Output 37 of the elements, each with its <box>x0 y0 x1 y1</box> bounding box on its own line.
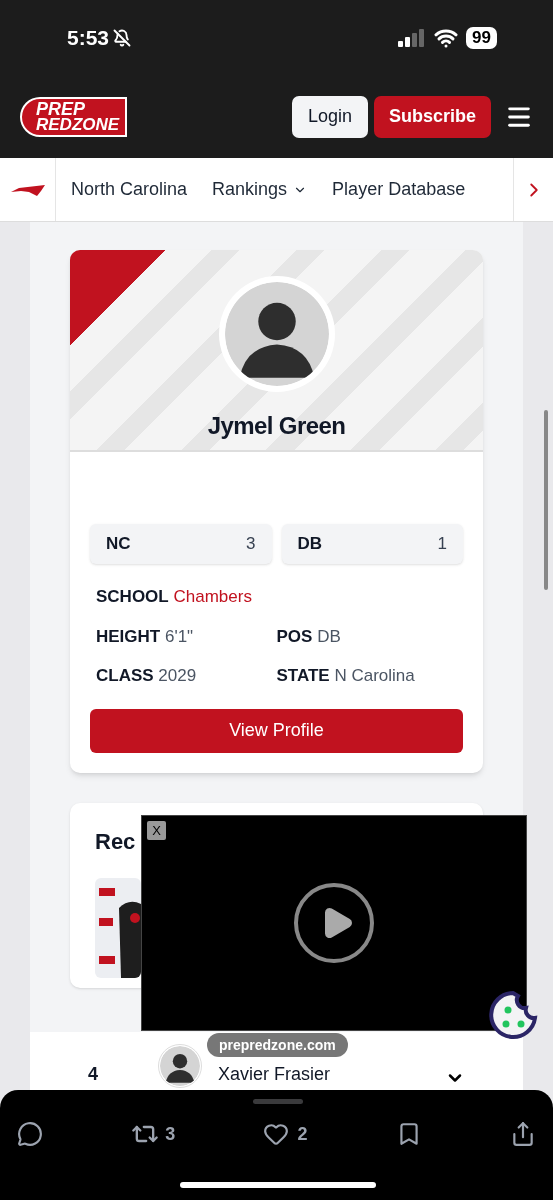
url-pill: prepredzone.com <box>207 1033 348 1057</box>
stat-value: 1 <box>437 533 447 556</box>
reply-icon[interactable] <box>17 1121 43 1147</box>
close-button[interactable]: X <box>147 821 166 840</box>
signal-icon <box>398 28 427 47</box>
player-name: Jymel Green <box>207 411 346 441</box>
bell-off-icon <box>113 28 132 47</box>
info-field: HEIGHT 6'1" <box>96 623 277 649</box>
drag-handle <box>253 1099 303 1104</box>
info-field: STATE N Carolina <box>276 663 457 689</box>
clock: 5:53 <box>67 24 110 51</box>
stat-value: 3 <box>246 533 256 556</box>
info-field: SCHOOL Chambers <box>96 584 457 610</box>
cookie-icon[interactable] <box>488 990 538 1040</box>
subscribe-button[interactable]: Subscribe <box>373 95 491 138</box>
view-profile-button[interactable]: View Profile <box>90 708 463 753</box>
state-map-icon <box>10 182 45 197</box>
repost-count: 3 <box>165 1122 176 1146</box>
player-avatar <box>160 1046 200 1086</box>
logo[interactable]: PREP REDZONE <box>20 96 128 137</box>
info-field: POS DB <box>276 623 457 649</box>
logo-text: PREP <box>36 100 86 117</box>
logo-text: REDZONE <box>36 116 120 133</box>
nav-link[interactable]: Rankings <box>212 176 308 203</box>
nav-link[interactable]: Player Database <box>332 176 466 203</box>
player-name: Xavier Frasier <box>218 1063 331 1086</box>
battery-indicator: 99 <box>466 26 497 49</box>
heart-icon[interactable] <box>263 1121 290 1147</box>
rank-number: 4 <box>88 1063 99 1086</box>
info-field: CLASS 2029 <box>96 663 277 689</box>
like-count: 2 <box>297 1122 308 1146</box>
nav-link[interactable]: North Carolina <box>71 176 188 203</box>
stat-label: DB <box>297 533 323 556</box>
login-button[interactable]: Login <box>291 95 368 138</box>
section-title: Rec <box>95 828 136 854</box>
stat-label: NC <box>106 533 131 556</box>
play-icon[interactable] <box>294 883 374 963</box>
